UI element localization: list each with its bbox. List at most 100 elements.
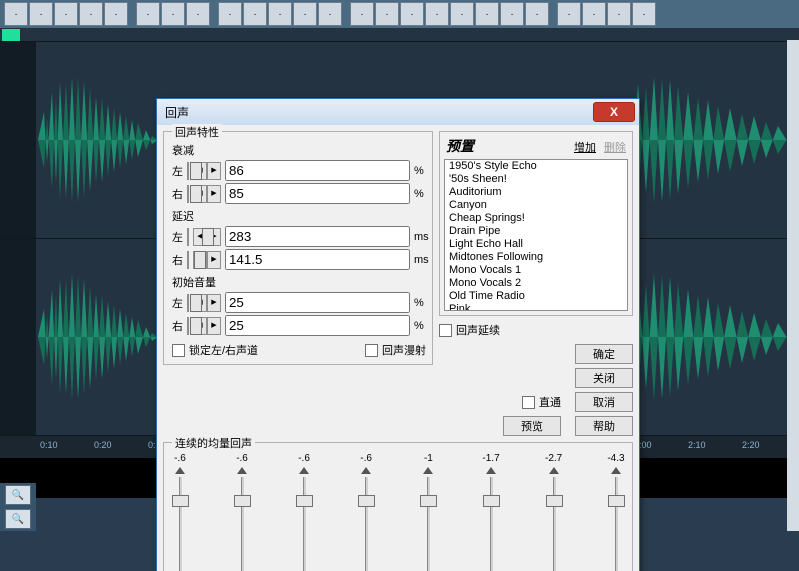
eq-up-icon[interactable] <box>611 467 621 474</box>
copy-button[interactable]: · <box>54 2 78 26</box>
eq-up-icon[interactable] <box>486 467 496 474</box>
pause-button[interactable]: · <box>400 2 424 26</box>
close-icon[interactable]: X <box>593 102 635 122</box>
eq-gain-value: -.6 <box>236 453 248 464</box>
preset-item[interactable]: Mono Vocals 2 <box>445 277 627 290</box>
eq-band: -.6 172 <box>232 453 252 571</box>
decay-left-slider[interactable] <box>187 162 189 180</box>
a-button[interactable]: · <box>525 2 549 26</box>
ruler-tick: 2:20 <box>742 440 760 450</box>
dialog-title: 回声 <box>165 104 189 121</box>
preset-item[interactable]: Mono Vocals 1 <box>445 264 627 277</box>
preview-button[interactable]: 预览 <box>503 416 561 436</box>
decay-right-slider[interactable] <box>187 185 189 203</box>
spin-up-icon[interactable]: ▶ <box>207 185 221 203</box>
paste-button[interactable]: · <box>79 2 103 26</box>
echo-dialog: 回声 X 回声特性 衰减 左 ◀▶ % 右 ◀▶ <box>156 98 640 571</box>
lock-lr-checkbox[interactable]: 锁定左/右声道 <box>172 342 258 358</box>
eq-band: -.6 86 <box>170 453 190 571</box>
eq-band: -.6 689 <box>356 453 376 571</box>
eq-slider[interactable] <box>294 477 314 571</box>
preset-item[interactable]: 1950's Style Echo <box>445 160 627 173</box>
eq-group: 连续的均量回声 -.6 86-.6 172-.6 344-.6 689-1 1.… <box>163 442 633 571</box>
delay-left-slider[interactable] <box>187 228 189 246</box>
presets-title: 预置 <box>446 136 474 156</box>
rew-button[interactable]: · <box>318 2 342 26</box>
help-button[interactable]: 帮助 <box>575 416 633 436</box>
echo-spread-checkbox[interactable]: 回声漫射 <box>365 342 426 358</box>
ed1-button[interactable]: · <box>243 2 267 26</box>
play-button[interactable]: · <box>375 2 399 26</box>
eq-slider[interactable] <box>170 477 190 571</box>
eq-band: -.6 344 <box>294 453 314 571</box>
gear-button[interactable]: · <box>607 2 631 26</box>
dialog-titlebar[interactable]: 回声 X <box>157 99 639 125</box>
sel-button[interactable]: · <box>186 2 210 26</box>
initvol-left-input[interactable] <box>225 292 410 313</box>
zoom-out-button[interactable]: 🔍 <box>5 509 31 529</box>
initvol-right-input[interactable] <box>225 315 410 336</box>
doc-button[interactable]: · <box>104 2 128 26</box>
b-button[interactable]: · <box>557 2 581 26</box>
presets-listbox[interactable]: 1950's Style Echo'50s Sheen!AuditoriumCa… <box>444 159 628 311</box>
preset-item[interactable]: Auditorium <box>445 186 627 199</box>
echo-continue-checkbox[interactable]: 回声延续 <box>439 322 633 338</box>
eq-slider[interactable] <box>606 477 626 571</box>
delay-left-input[interactable] <box>225 226 410 247</box>
initvol-left-slider[interactable] <box>187 294 189 312</box>
ok-button[interactable]: 确定 <box>575 344 633 364</box>
passthru-checkbox[interactable]: 直通 <box>522 394 561 410</box>
time-button[interactable]: · <box>475 2 499 26</box>
preset-item[interactable]: Cheap Springs! <box>445 212 627 225</box>
eq-slider[interactable] <box>481 477 501 571</box>
eq-slider[interactable] <box>418 477 438 571</box>
preset-item[interactable]: Light Echo Hall <box>445 238 627 251</box>
decay-right-input[interactable] <box>225 183 410 204</box>
eq-up-icon[interactable] <box>237 467 247 474</box>
loop-button[interactable]: · <box>500 2 524 26</box>
preset-item[interactable]: Canyon <box>445 199 627 212</box>
decay-left-input[interactable] <box>225 160 410 181</box>
mark-button[interactable]: · <box>218 2 242 26</box>
preset-delete-link[interactable]: 删除 <box>604 139 626 155</box>
eq-band: -1 1.3K <box>418 453 439 571</box>
preset-add-link[interactable]: 增加 <box>574 139 596 155</box>
eq-gain-value: -2.7 <box>545 453 562 464</box>
eq-up-icon[interactable] <box>299 467 309 474</box>
spin-up-icon[interactable]: ▶ <box>207 162 221 180</box>
help-button[interactable]: · <box>632 2 656 26</box>
preset-item[interactable]: Pink <box>445 303 627 311</box>
cut-button[interactable]: · <box>29 2 53 26</box>
rec-button[interactable]: · <box>450 2 474 26</box>
overview-selection[interactable] <box>2 29 20 41</box>
wf2-button[interactable]: · <box>161 2 185 26</box>
eq-up-icon[interactable] <box>175 467 185 474</box>
track-gutter <box>0 42 36 238</box>
eq-up-icon[interactable] <box>549 467 559 474</box>
cancel-button[interactable]: 取消 <box>575 392 633 412</box>
delay-right-input[interactable] <box>225 249 410 270</box>
ff-button[interactable]: · <box>425 2 449 26</box>
ed3-button[interactable]: · <box>293 2 317 26</box>
eq-slider[interactable] <box>232 477 252 571</box>
zoom-in-button[interactable]: 🔍 <box>5 485 31 505</box>
eq-slider[interactable] <box>544 477 564 571</box>
close-button[interactable]: 关闭 <box>575 368 633 388</box>
initvol-right-slider[interactable] <box>187 317 189 335</box>
eq-up-icon[interactable] <box>423 467 433 474</box>
preset-item[interactable]: '50s Sheen! <box>445 173 627 186</box>
eq-gain-value: -.6 <box>360 453 372 464</box>
eq-slider[interactable] <box>356 477 376 571</box>
preset-item[interactable]: Midtones Following <box>445 251 627 264</box>
fx-button[interactable]: · <box>582 2 606 26</box>
stop-button[interactable]: · <box>350 2 374 26</box>
file-button[interactable]: · <box>4 2 28 26</box>
wf1-button[interactable]: · <box>136 2 160 26</box>
preset-item[interactable]: Drain Pipe <box>445 225 627 238</box>
preset-item[interactable]: Old Time Radio <box>445 290 627 303</box>
delay-right-slider[interactable] <box>187 251 189 269</box>
eq-up-icon[interactable] <box>361 467 371 474</box>
ed2-button[interactable]: · <box>268 2 292 26</box>
overview-strip[interactable] <box>0 29 799 42</box>
eq-gain-value: -1.7 <box>482 453 499 464</box>
